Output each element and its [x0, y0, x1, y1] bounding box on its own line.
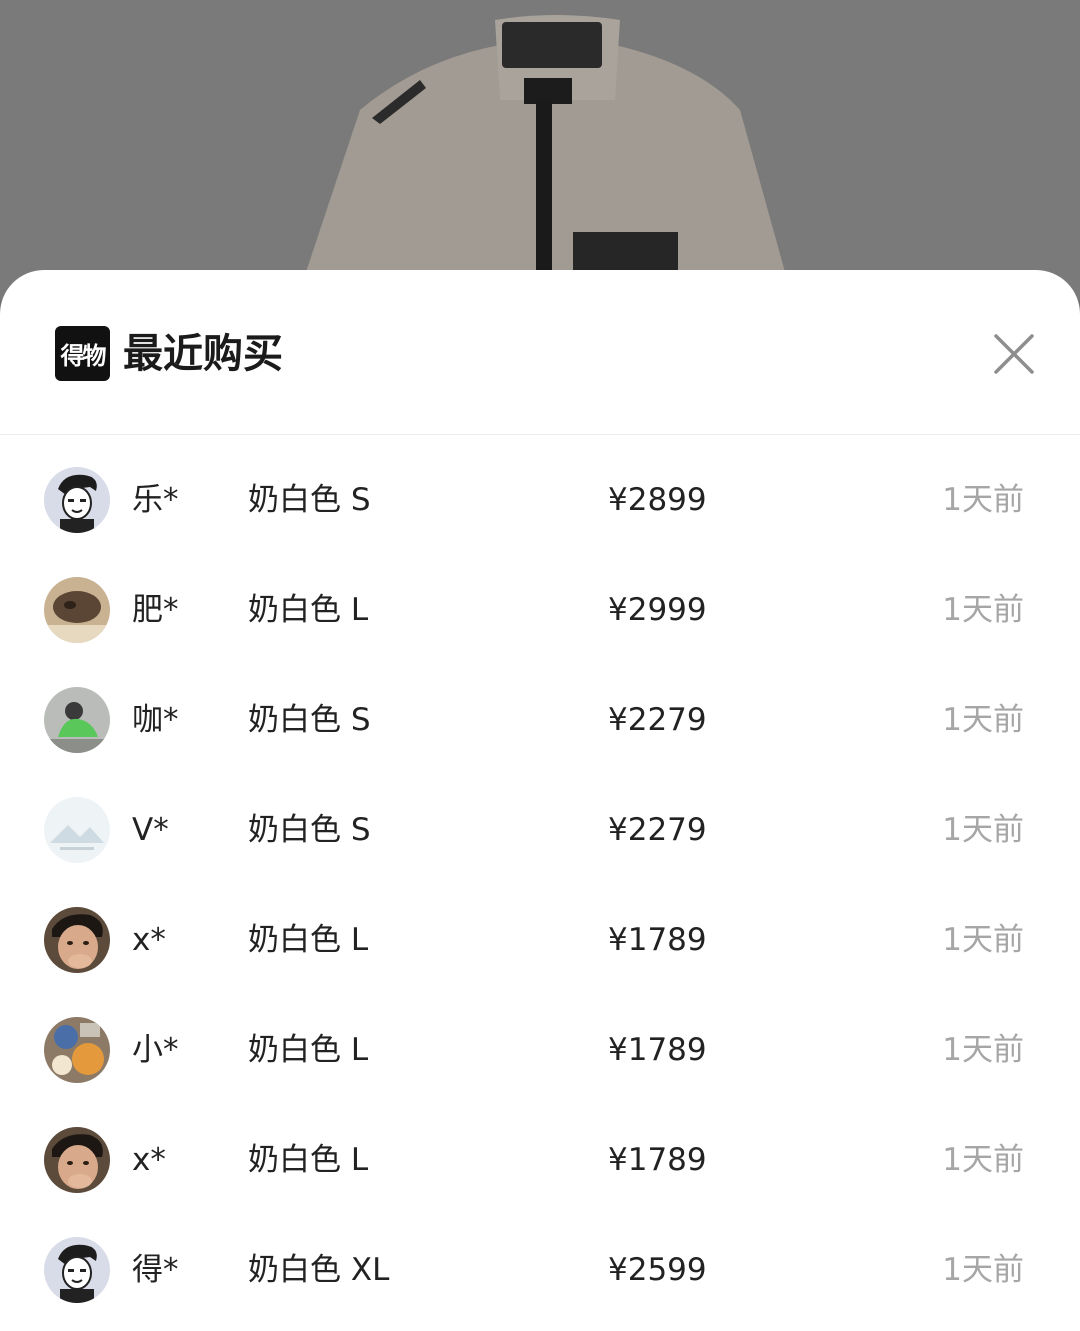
buyer-name: 肥*: [132, 592, 179, 628]
close-icon: [994, 334, 1034, 374]
buyer-name: x*: [132, 1142, 166, 1178]
purchase-variant: 奶白色 S: [248, 702, 371, 738]
purchase-price: ¥2599: [608, 1252, 707, 1288]
purchase-time: 1天前: [942, 922, 1024, 958]
purchase-price: ¥1789: [608, 1142, 707, 1178]
buyer-name: x*: [132, 922, 166, 958]
purchase-time: 1天前: [942, 1032, 1024, 1068]
purchase-row: x* 奶白色 L ¥1789 1天前: [0, 1095, 1080, 1205]
sheet-header: 得物 最近购买: [0, 270, 1080, 435]
buyer-name: 咖*: [132, 702, 179, 738]
purchase-price: ¥2999: [608, 592, 707, 628]
purchase-list: 乐* 奶白色 S ¥2899 1天前 肥* 奶白色 L ¥2999 1天前 咖*…: [0, 435, 1080, 1315]
app-logo: 得物: [55, 326, 110, 381]
purchase-price: ¥2279: [608, 702, 707, 738]
user-avatar: [44, 1127, 110, 1193]
purchase-time: 1天前: [942, 592, 1024, 628]
purchase-price: ¥2899: [608, 482, 707, 518]
screen: 得物 最近购买 乐* 奶白色 S ¥2899 1天前 肥* 奶白色 L ¥299…: [0, 0, 1080, 1331]
product-image: [0, 0, 1080, 300]
buyer-name: V*: [132, 812, 169, 848]
close-button[interactable]: [990, 330, 1038, 378]
purchase-variant: 奶白色 L: [248, 1032, 369, 1068]
sheet-title: 最近购买: [123, 331, 283, 377]
user-avatar: [44, 1017, 110, 1083]
purchase-price: ¥2279: [608, 812, 707, 848]
purchase-time: 1天前: [942, 482, 1024, 518]
purchase-variant: 奶白色 L: [248, 592, 369, 628]
user-avatar: [44, 1237, 110, 1303]
purchase-variant: 奶白色 L: [248, 1142, 369, 1178]
user-avatar: [44, 907, 110, 973]
user-avatar: [44, 577, 110, 643]
user-avatar: [44, 467, 110, 533]
purchase-row: 乐* 奶白色 S ¥2899 1天前: [0, 435, 1080, 545]
purchase-time: 1天前: [942, 1252, 1024, 1288]
purchase-price: ¥1789: [608, 922, 707, 958]
user-avatar: [44, 687, 110, 753]
buyer-name: 得*: [132, 1252, 179, 1288]
buyer-name: 乐*: [132, 482, 179, 518]
purchase-row: 咖* 奶白色 S ¥2279 1天前: [0, 655, 1080, 765]
purchase-row: 肥* 奶白色 L ¥2999 1天前: [0, 545, 1080, 655]
purchase-time: 1天前: [942, 812, 1024, 848]
user-avatar: [44, 797, 110, 863]
purchase-price: ¥1789: [608, 1032, 707, 1068]
purchase-time: 1天前: [942, 1142, 1024, 1178]
buyer-name: 小*: [132, 1032, 179, 1068]
purchase-variant: 奶白色 XL: [248, 1252, 390, 1288]
purchase-variant: 奶白色 S: [248, 812, 371, 848]
purchase-row: 小* 奶白色 L ¥1789 1天前: [0, 985, 1080, 1095]
purchase-row: 得* 奶白色 XL ¥2599 1天前: [0, 1205, 1080, 1315]
purchase-variant: 奶白色 L: [248, 922, 369, 958]
purchase-variant: 奶白色 S: [248, 482, 371, 518]
purchase-row: x* 奶白色 L ¥1789 1天前: [0, 875, 1080, 985]
purchase-time: 1天前: [942, 702, 1024, 738]
purchase-row: V* 奶白色 S ¥2279 1天前: [0, 765, 1080, 875]
recent-purchases-sheet: 得物 最近购买 乐* 奶白色 S ¥2899 1天前 肥* 奶白色 L ¥299…: [0, 270, 1080, 1331]
